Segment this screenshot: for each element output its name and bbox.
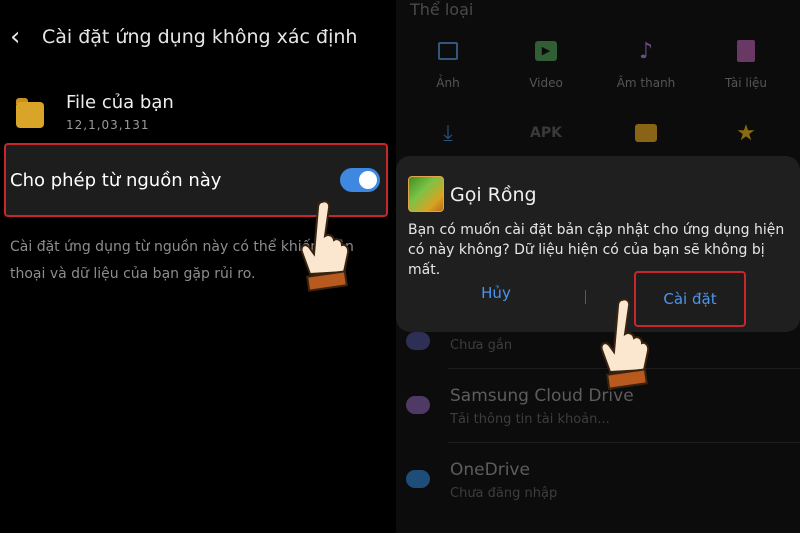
chevron-left-icon[interactable]: ‹ — [10, 24, 40, 50]
category-documents[interactable]: Tài liệu — [696, 38, 796, 90]
image-icon — [438, 42, 458, 60]
allow-source-label: Cho phép từ nguồn này — [10, 169, 222, 191]
dialog-title: Gọi Rồng — [450, 184, 537, 206]
category-apk[interactable]: APK — [496, 120, 596, 146]
category-downloads[interactable]: ⤓ — [398, 120, 498, 146]
app-icon — [408, 176, 444, 212]
download-icon: ⤓ — [443, 120, 453, 146]
folder-icon — [16, 98, 44, 128]
storage-subtitle: Chưa đăng nhập — [450, 486, 558, 501]
app-name: File của bạn — [66, 92, 174, 113]
categories-title: Thể loại — [410, 0, 474, 19]
audio-icon: ♪ — [638, 38, 654, 64]
storage-title: OneDrive — [450, 460, 530, 480]
drive-icon — [406, 332, 430, 350]
allow-source-toggle[interactable] — [340, 168, 380, 192]
app-version: 12,1,03,131 — [66, 118, 150, 132]
category-video[interactable]: ▶ Video — [496, 38, 596, 90]
category-label: Tài liệu — [724, 76, 768, 90]
pointing-hand-icon — [300, 200, 350, 292]
divider — [448, 442, 800, 443]
header: ‹ Cài đặt ứng dụng không xác định — [10, 24, 357, 50]
page-title: Cài đặt ứng dụng không xác định — [42, 26, 358, 48]
category-label: Âm thanh — [616, 76, 676, 90]
category-label: Video — [529, 76, 563, 90]
document-icon — [737, 40, 755, 62]
category-folders[interactable] — [596, 120, 696, 146]
video-icon: ▶ — [535, 41, 557, 61]
category-label: Ảnh — [436, 76, 460, 90]
onedrive-icon — [406, 470, 430, 488]
star-icon: ★ — [736, 120, 756, 146]
storage-subtitle: Chưa gắn — [450, 338, 513, 353]
category-audio[interactable]: ♪ Âm thanh — [596, 38, 696, 91]
folder-icon — [635, 124, 657, 142]
toggle-knob — [359, 171, 377, 189]
category-images[interactable]: Ảnh — [398, 38, 498, 90]
storage-subtitle: Tải thông tin tài khoản... — [450, 412, 610, 427]
settings-screen: ‹ Cài đặt ứng dụng không xác định File c… — [0, 0, 396, 533]
button-divider — [585, 290, 586, 304]
cancel-button[interactable]: Hủy — [456, 284, 536, 302]
category-favorites[interactable]: ★ — [696, 120, 796, 146]
app-info: File của bạn 12,1,03,131 — [16, 92, 174, 132]
pointing-hand-icon — [600, 298, 650, 390]
apk-icon: APK — [530, 125, 562, 141]
file-manager-screen: Thể loại Ảnh ▶ Video ♪ Âm thanh Tài liệu… — [396, 0, 800, 533]
cloud-icon — [406, 396, 430, 414]
